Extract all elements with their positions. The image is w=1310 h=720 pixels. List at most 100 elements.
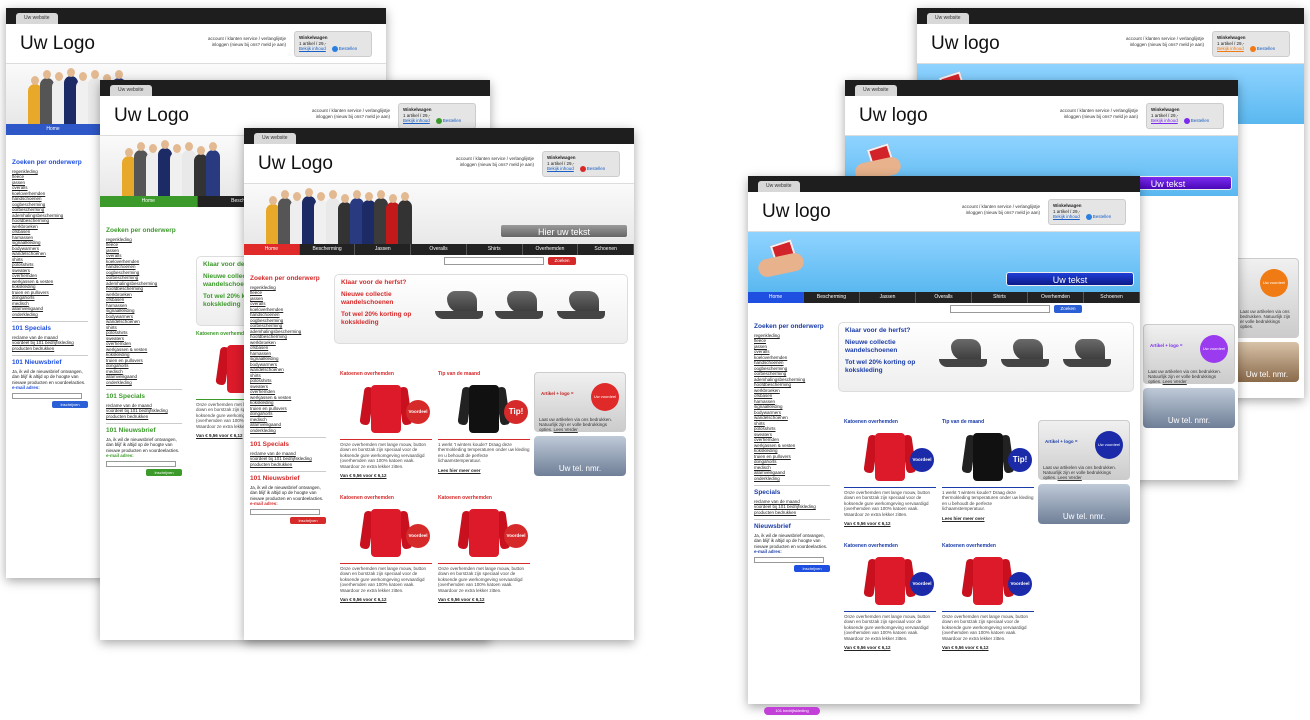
nav-bescherming[interactable]: Bescherming [804, 292, 860, 303]
nav-overalls[interactable]: Overalls [916, 292, 972, 303]
nav-overalls[interactable]: Overalls [411, 244, 467, 255]
read-more-link[interactable]: Lees Verder [1163, 379, 1187, 384]
account-links[interactable]: account / klanten service / verlanglijst… [166, 36, 286, 48]
account-links[interactable]: account / klanten service / verlanglijst… [414, 156, 534, 168]
promo-line[interactable]: Klaar voor de herfst? [341, 279, 419, 287]
site-logo[interactable]: Uw Logo [20, 33, 95, 55]
email-field[interactable] [754, 556, 824, 563]
promo-line[interactable]: Tot wel 20% korting op kokskleding [341, 311, 419, 327]
search-button[interactable]: Zoeken [548, 257, 576, 265]
website-tab[interactable]: Uw website [254, 133, 296, 144]
nav-home[interactable]: Home [6, 124, 101, 135]
promo-line[interactable]: Nieuwe collectie wandelschoenen [341, 291, 419, 307]
site-logo[interactable]: Uw logo [762, 201, 831, 223]
nav-overhemden[interactable]: Overhemden [1028, 292, 1084, 303]
cart-view-link[interactable]: Bekijk inhoud [1053, 214, 1080, 219]
checkout-button[interactable]: Bestellen [435, 118, 461, 124]
website-tab[interactable]: Uw website [927, 13, 969, 24]
account-links[interactable]: account / klanten service / verlanglijst… [1018, 108, 1138, 120]
product-price[interactable]: Van € 9,56 voor € 6,12 [844, 645, 936, 651]
account-links[interactable]: account / klanten service / verlanglijst… [270, 108, 390, 120]
product-card[interactable]: Katoenen overhemden Voordeel Onze overhe… [844, 419, 936, 538]
website-tab[interactable]: Uw website [758, 181, 800, 192]
checkout-button[interactable]: Bestellen [579, 166, 605, 172]
logo-offer-box[interactable]: Artikel + logo = Uw voordeel Laat uw art… [534, 372, 626, 432]
product-price[interactable]: Van € 9,56 voor € 6,12 [340, 473, 432, 479]
site-logo[interactable]: Uw Logo [114, 105, 189, 127]
category-link[interactable]: onderkleding [12, 312, 88, 318]
nav-home[interactable]: Home [748, 292, 804, 303]
website-tab[interactable]: Uw website [16, 13, 58, 24]
call-us-box[interactable]: Uw tel. nmr. [1235, 342, 1299, 382]
nav-bescherming[interactable]: Bescherming [300, 244, 356, 255]
product-price[interactable]: Van € 9,56 voor € 6,12 [340, 597, 432, 603]
product-card[interactable]: Katoenen overhemden Voordeel Onze overhe… [942, 543, 1034, 662]
nav-shirts[interactable]: Shirts [972, 292, 1028, 303]
checkout-button[interactable]: Bestellen [1085, 214, 1111, 220]
checkout-button[interactable]: Bestellen [331, 46, 357, 52]
product-card[interactable]: Tip van de maand Tip! 1 werkt 't winters… [942, 419, 1034, 538]
cart-view-link[interactable]: Bekijk inhoud [403, 118, 430, 123]
product-price[interactable]: Van € 9,56 voor € 6,12 [438, 597, 530, 603]
subscribe-button[interactable]: Inschrijven [146, 468, 182, 476]
product-card[interactable]: Katoenen overhemden Voordeel Onze overhe… [844, 543, 936, 662]
category-link[interactable]: onderkleding [106, 380, 182, 386]
nav-schoenen[interactable]: Schoenen [578, 244, 634, 255]
subscribe-button[interactable]: Inschrijven [290, 516, 326, 524]
nav-jassen[interactable]: Jassen [355, 244, 412, 255]
logo-offer-box[interactable]: Uw voordeel Laat uw artikelen via ons be… [1235, 258, 1299, 338]
cart-view-link[interactable]: Bekijk inhoud [1151, 118, 1178, 123]
promo-line[interactable]: Klaar voor de herfst? [845, 327, 923, 335]
website-tab[interactable]: Uw website [855, 85, 897, 96]
cart-view-link[interactable]: Bekijk inhoud [547, 166, 574, 171]
call-us-box[interactable]: Uw tel. nmr. [534, 436, 626, 476]
specials-link[interactable]: producten bedrukken [106, 414, 182, 420]
category-link[interactable]: onderkleding [250, 428, 326, 434]
website-tab[interactable]: Uw website [110, 85, 152, 96]
specials-link[interactable]: producten bedrukken [12, 346, 88, 352]
search-button[interactable]: Zoeken [1054, 305, 1082, 313]
account-links[interactable]: account / klanten service / verlanglijst… [1084, 36, 1204, 48]
checkout-button[interactable]: Bestellen [1183, 118, 1209, 124]
banner-text-button[interactable]: Hier uw tekst [500, 224, 628, 238]
product-price[interactable]: Van € 9,56 voor € 6,12 [942, 645, 1034, 651]
promo-line[interactable]: Tot wel 20% korting op kokskleding [845, 359, 923, 375]
nav-schoenen[interactable]: Schoenen [1084, 292, 1140, 303]
nav-overhemden[interactable]: Overhemden [523, 244, 579, 255]
promo-line[interactable]: Nieuwe collectie wandelschoenen [845, 339, 923, 355]
call-us-box[interactable]: Uw tel. nmr. [1038, 484, 1130, 524]
product-card[interactable]: Katoenen overhemden Voordeel Onze overhe… [340, 371, 432, 490]
search-input[interactable] [444, 257, 544, 265]
product-card[interactable]: Katoenen overhemden Voordeel Onze overhe… [438, 495, 530, 614]
cart-view-link[interactable]: Bekijk inhoud [299, 46, 326, 51]
read-more-link[interactable]: Lees hier meer over [942, 516, 1034, 522]
category-link[interactable]: onderkleding [754, 476, 830, 482]
nav-shirts[interactable]: Shirts [467, 244, 523, 255]
nav-home[interactable]: Home [244, 244, 300, 255]
site-logo[interactable]: Uw logo [859, 105, 928, 127]
checkout-button[interactable]: Bestellen [1249, 46, 1275, 52]
email-field[interactable] [250, 508, 320, 515]
read-more-link[interactable]: Lees hier meer over [438, 468, 530, 474]
product-price[interactable]: Van € 9,56 voor € 6,12 [844, 521, 936, 527]
banner-text-button[interactable]: Uw tekst [1006, 272, 1134, 286]
read-more-link[interactable]: Lees Verder [1058, 475, 1082, 480]
cart-view-link[interactable]: Bekijk inhoud [1217, 46, 1244, 51]
specials-link[interactable]: producten bedrukken [250, 462, 326, 468]
subscribe-button[interactable]: Inschrijven [52, 400, 88, 408]
email-field[interactable] [106, 460, 176, 467]
product-card[interactable]: Tip van de maand Tip! 1 werkt 't winters… [438, 371, 530, 490]
site-logo[interactable]: Uw Logo [258, 153, 333, 175]
logo-offer-box[interactable]: Artikel + logo = Uw voordeel Laat uw art… [1038, 420, 1130, 480]
email-field[interactable] [12, 392, 82, 399]
account-links[interactable]: account / klanten service / verlanglijst… [920, 204, 1040, 216]
nav-jassen[interactable]: Jassen [860, 292, 916, 303]
nav-home[interactable]: Home [100, 196, 198, 207]
call-us-box[interactable]: Uw tel. nmr. [1143, 388, 1235, 428]
site-logo[interactable]: Uw logo [931, 33, 1000, 55]
product-card[interactable]: Katoenen overhemden Voordeel Onze overhe… [340, 495, 432, 614]
specials-link[interactable]: producten bedrukken [754, 510, 830, 516]
logo-offer-box[interactable]: Artikel + logo = Uw voordeel Laat uw art… [1143, 324, 1235, 384]
search-input[interactable] [950, 305, 1050, 313]
read-more-link[interactable]: Lees Verder [554, 427, 578, 432]
